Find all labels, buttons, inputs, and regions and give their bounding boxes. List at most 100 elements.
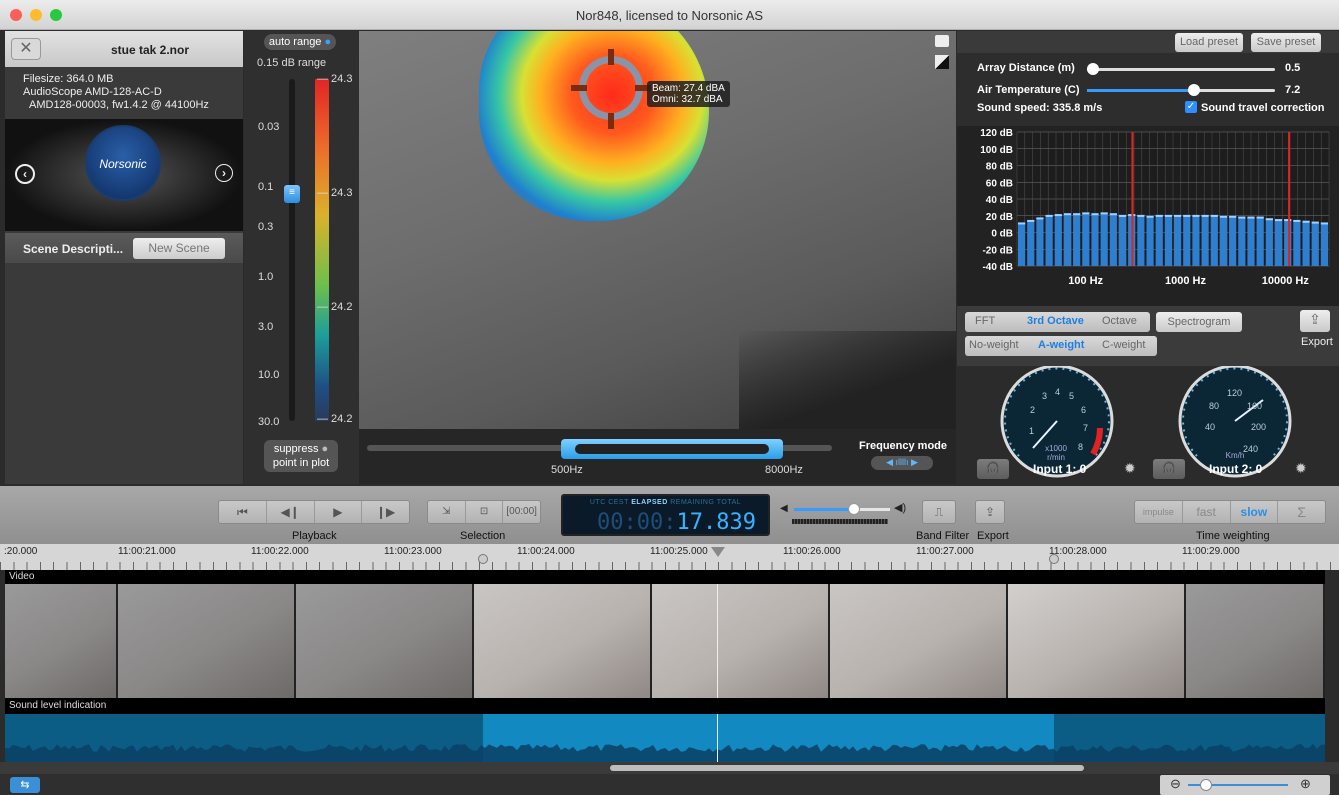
play-button[interactable]: ▶ xyxy=(315,501,363,523)
beam-readout: Beam: 27.4 dBA Omni: 32.7 dBA xyxy=(647,81,730,107)
frequency-mode-label: Frequency mode xyxy=(859,440,948,452)
spectrum-bar-peak xyxy=(1164,214,1172,217)
auto-range-toggle[interactable]: auto range ● xyxy=(264,34,336,50)
weight-a[interactable]: A-weight xyxy=(1038,339,1084,351)
sound-level-track[interactable] xyxy=(5,714,1325,762)
step-forward-button[interactable]: ❙▶ xyxy=(362,501,409,523)
travel-correction-checkbox[interactable]: ✓ xyxy=(1185,101,1197,113)
scrollbar-thumb[interactable] xyxy=(610,765,1084,771)
zoom-in-icon[interactable]: ⊕ xyxy=(1300,776,1311,792)
export-toolbar-icon[interactable]: ⇪ xyxy=(975,500,1005,524)
frequency-range-selector[interactable] xyxy=(561,439,783,459)
step-back-button[interactable]: ◀❙ xyxy=(267,501,315,523)
tab-3rd-octave[interactable]: 3rd Octave xyxy=(1027,315,1084,327)
range-slider-track[interactable] xyxy=(289,79,295,421)
zoom-control: ⊖ ⊕ xyxy=(1160,775,1330,795)
scene-description-label: Scene Descripti... xyxy=(23,242,124,256)
video-camera-icon[interactable] xyxy=(935,35,949,47)
tab-octave[interactable]: Octave xyxy=(1102,315,1137,327)
input2-label: Input 2: 0 xyxy=(1209,462,1263,476)
new-scene-button[interactable]: New Scene xyxy=(133,238,225,259)
color-scale-panel: auto range ● 0.15 dB range ≡ 0.03 0.1 0.3 1… xyxy=(244,31,359,484)
tw-slow[interactable]: slow xyxy=(1231,501,1279,523)
air-temperature-slider[interactable] xyxy=(1087,84,1275,96)
time-mode-remaining[interactable]: REMAINING xyxy=(670,499,717,506)
volume-knob[interactable] xyxy=(848,503,861,515)
spectrum-bar-peak xyxy=(1293,219,1301,222)
video-track[interactable] xyxy=(5,584,1325,698)
tw-impulse[interactable]: impulse xyxy=(1135,501,1183,523)
svg-text:160: 160 xyxy=(1247,401,1262,411)
weight-none[interactable]: No-weight xyxy=(969,339,1019,351)
time-display-modes: UTC CEST ELAPSED REMAINING TOTAL xyxy=(563,499,768,506)
file-size: Filesize: 364.0 MB xyxy=(23,73,114,85)
array-distance-knob[interactable] xyxy=(1086,63,1099,75)
tab-spectrogram[interactable]: Spectrogram xyxy=(1156,312,1242,332)
sound-speed: Sound speed: 335.8 m/s xyxy=(977,102,1103,114)
timeline-ruler[interactable]: :20.000 11:00:21.000 11:00:22.000 11:00:23.… xyxy=(0,544,1339,570)
input1-headphones-icon[interactable]: 🎧 xyxy=(977,459,1009,479)
x-tick-label: 1000 Hz xyxy=(1165,275,1206,287)
selection-controls: ⇲ ⊡ [00:00] xyxy=(427,500,541,524)
tw-sum[interactable]: Σ xyxy=(1278,501,1325,523)
zoom-selection-button[interactable]: ⊡ xyxy=(466,501,504,523)
close-file-button[interactable]: ✕ xyxy=(11,38,41,60)
swap-icon[interactable]: ⇆ xyxy=(10,777,40,793)
zoom-out-icon[interactable]: ⊖ xyxy=(1170,776,1181,792)
spectrum-bar-peak xyxy=(1229,215,1237,218)
input1-settings-icon[interactable]: ✹ xyxy=(1124,460,1136,477)
camera-image[interactable]: Beam: 27.4 dBA Omni: 32.7 dBA xyxy=(359,31,956,429)
range-slider-handle[interactable]: ≡ xyxy=(284,185,300,203)
spectrum-bar xyxy=(1229,215,1237,266)
time-selection-button[interactable]: [00:00] xyxy=(503,501,540,523)
skip-start-button[interactable]: ⏮ xyxy=(219,501,267,523)
spectrum-bar xyxy=(1027,219,1035,266)
y-tick-label: 0 dB xyxy=(991,229,1013,240)
input2-headphones-icon[interactable]: 🎧 xyxy=(1153,459,1185,479)
contrast-icon[interactable] xyxy=(935,55,949,69)
suppress-point-toggle[interactable]: suppress ● point in plot xyxy=(264,440,338,472)
save-preset-button[interactable]: Save preset xyxy=(1251,33,1321,52)
spectrum-bar xyxy=(1311,221,1319,266)
time-mode-elapsed[interactable]: ELAPSED xyxy=(631,499,670,506)
frequency-mode-selector[interactable]: ◀ ıllllı ▶ xyxy=(871,456,933,470)
select-all-button[interactable]: ⇲ xyxy=(428,501,466,523)
band-filter-label: Band Filter xyxy=(916,530,970,542)
input-gauges: x1000 r/min 1 2 3 4 5 6 7 8 Km/h 40 80 1… xyxy=(957,364,1339,484)
band-filter-icon[interactable]: ⎍ xyxy=(922,500,956,524)
array-distance-slider[interactable] xyxy=(1086,63,1275,75)
target-tick-bottom xyxy=(608,113,614,129)
playback-controls: ⏮ ◀❙ ▶ ❙▶ xyxy=(218,500,410,524)
svg-text:80: 80 xyxy=(1209,401,1219,411)
next-scene-icon[interactable]: › xyxy=(215,164,233,182)
tab-fft[interactable]: FFT xyxy=(975,315,995,327)
window-title: Nor848, licensed to Norsonic AS xyxy=(575,8,764,23)
input2-settings-icon[interactable]: ✹ xyxy=(1295,460,1307,477)
air-temperature-label: Air Temperature (C) xyxy=(977,84,1080,96)
air-temperature-knob[interactable] xyxy=(1188,84,1201,96)
export-icon[interactable]: ⇪ xyxy=(1300,310,1330,332)
spectrum-bar-peak xyxy=(1091,213,1099,216)
time-mode-total[interactable]: TOTAL xyxy=(717,499,741,506)
tw-fast[interactable]: fast xyxy=(1183,501,1231,523)
time-mode-cest[interactable]: CEST xyxy=(608,499,631,506)
target-tick-top xyxy=(608,49,614,65)
load-preset-button[interactable]: Load preset xyxy=(1175,33,1243,52)
zoom-knob[interactable] xyxy=(1200,779,1212,791)
weight-c[interactable]: C-weight xyxy=(1102,339,1145,351)
volume-slider[interactable] xyxy=(794,503,890,515)
frequency-bar: 500Hz 8000Hz Frequency mode ◀ ıllllı ▶ xyxy=(359,429,956,484)
time-display[interactable]: UTC CEST ELAPSED REMAINING TOTAL 00:00:1… xyxy=(561,494,770,536)
selection-start-marker[interactable] xyxy=(478,554,488,564)
svg-text:7: 7 xyxy=(1083,423,1088,433)
svg-text:8: 8 xyxy=(1078,442,1083,452)
time-mode-utc[interactable]: UTC xyxy=(590,499,608,506)
previous-scene-icon[interactable]: ‹ xyxy=(15,164,35,184)
timeline-scrollbar[interactable] xyxy=(0,762,1339,774)
playhead-marker[interactable] xyxy=(711,547,725,557)
spectrum-bar xyxy=(1238,216,1246,266)
norsonic-logo: Norsonic xyxy=(85,125,161,201)
selection-end-marker[interactable] xyxy=(1049,554,1059,564)
file-info: Filesize: 364.0 MB AudioScope AMD-128-AC… xyxy=(23,73,209,112)
svg-text:200: 200 xyxy=(1251,422,1266,432)
